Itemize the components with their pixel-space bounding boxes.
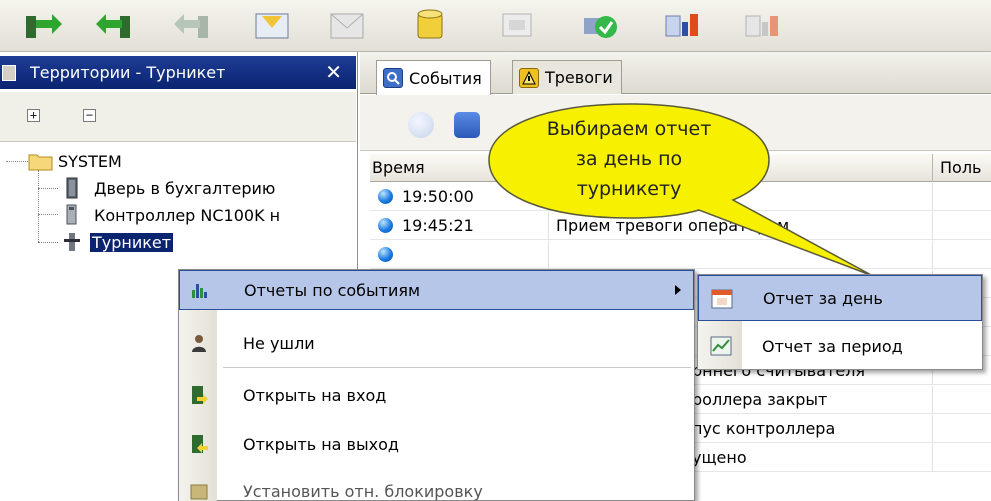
tree-node-label: SYSTEM: [58, 151, 122, 171]
report-chart-disabled-icon[interactable]: [740, 6, 784, 44]
cell-time: 19:45:21: [402, 216, 474, 235]
info-icon[interactable]: [408, 112, 434, 138]
bar-chart-icon: [192, 284, 207, 298]
expand-all-button[interactable]: +: [27, 109, 40, 122]
calendar-day-icon: [711, 289, 733, 309]
menu-item-open-entry[interactable]: Открыть на вход: [179, 375, 694, 415]
chart-period-icon: [710, 336, 732, 356]
column-user[interactable]: Поль: [940, 158, 981, 177]
alarm-icon: [519, 67, 539, 88]
database-icon[interactable]: [408, 6, 452, 44]
close-icon[interactable]: ✕: [325, 60, 342, 84]
tree-node-door[interactable]: Дверь в бухгалтерию: [62, 175, 275, 201]
person-icon: [192, 335, 206, 352]
tab-label: Тревоги: [545, 68, 613, 87]
controller-icon: [66, 204, 77, 225]
cell-event-partial: ущено: [692, 448, 747, 467]
callout-balloon: Выбираем отчет за день по турникету: [487, 100, 874, 277]
menu-item-event-reports[interactable]: Отчеты по событиям: [179, 270, 694, 310]
menu-item-label: Отчет за день: [763, 288, 883, 308]
mail-disabled-icon[interactable]: [325, 6, 369, 44]
events-icon: [383, 68, 403, 88]
tree-node-system[interactable]: SYSTEM: [28, 148, 122, 174]
callout-line: Выбираем отчет: [546, 118, 712, 140]
tree-node-turnstile[interactable]: Турникет: [62, 229, 174, 255]
menu-item-label: Открыть на вход: [243, 385, 387, 405]
menu-item-set-lock[interactable]: Установить отн. блокировку: [179, 471, 694, 501]
menu-item-label: Открыть на выход: [243, 434, 399, 454]
tree-node-controller[interactable]: Контроллер NC100K н: [62, 202, 280, 228]
event-status-icon: [378, 218, 393, 233]
menu-item-label: Отчеты по событиям: [244, 280, 421, 300]
door-icon: [66, 177, 78, 199]
submenu-arrow-icon: [675, 285, 681, 295]
door-exit-icon: [192, 435, 208, 453]
menu-item-label: Отчет за период: [762, 336, 903, 356]
folder-icon: [28, 154, 53, 171]
tab-strip: События Тревоги: [360, 52, 991, 95]
event-status-icon: [378, 247, 393, 262]
menu-item-label: Не ушли: [243, 333, 315, 353]
tree-node-label: Контроллер NC100K н: [94, 205, 281, 225]
main-toolbar: [0, 0, 991, 52]
pause-icon[interactable]: [454, 112, 480, 138]
tree-toolbar: + −: [0, 92, 356, 142]
panel-icon: [2, 65, 16, 81]
callout-line: за день по: [575, 148, 683, 170]
tab-events[interactable]: События: [376, 60, 491, 95]
cell-event-partial: роллера закрыт: [692, 390, 828, 409]
panel-title-bar: Территории - Турникет ✕: [0, 56, 356, 89]
cell-time: 19:50:00: [402, 187, 474, 206]
envelope-icon[interactable]: [250, 6, 294, 44]
menu-item-period-report[interactable]: Отчет за период: [698, 323, 982, 369]
screenshot: Территории - Турникет ✕ + − SYSTEM Дверь…: [0, 0, 991, 501]
tree-node-label-selected: Турникет: [90, 232, 174, 252]
image-disabled-icon[interactable]: [495, 6, 539, 44]
exit-door-disabled-icon[interactable]: [172, 6, 216, 44]
callout-line: турникету: [576, 178, 682, 200]
report-chart-icon[interactable]: [660, 6, 704, 44]
exit-door-icon[interactable]: [94, 6, 138, 44]
context-menu: Отчеты по событиям Не ушли Открыть на вх…: [178, 269, 695, 501]
tab-alarms[interactable]: Тревоги: [512, 60, 622, 94]
tab-label: События: [409, 68, 482, 88]
enter-door-icon[interactable]: [20, 6, 64, 44]
turnstile-icon: [64, 233, 80, 251]
menu-item-not-left[interactable]: Не ушли: [179, 323, 694, 363]
menu-item-open-exit[interactable]: Открыть на выход: [179, 424, 694, 464]
column-time[interactable]: Время: [372, 158, 425, 177]
panel-title: Территории - Турникет: [30, 63, 226, 82]
cell-event-partial: пус контроллера: [692, 419, 836, 438]
menu-item-day-report[interactable]: Отчет за день: [698, 275, 982, 321]
reports-submenu: Отчет за день Отчет за период: [697, 274, 983, 370]
shield-check-icon[interactable]: [578, 6, 622, 44]
door-enter-icon: [192, 386, 208, 404]
collapse-all-button[interactable]: −: [83, 109, 96, 122]
callout-text: Выбираем отчет за день по турникету: [487, 114, 771, 204]
lock-icon: [190, 484, 208, 500]
event-status-icon: [378, 189, 393, 204]
menu-item-label: Установить отн. блокировку: [243, 481, 483, 501]
tree-node-label: Дверь в бухгалтерию: [94, 178, 276, 198]
